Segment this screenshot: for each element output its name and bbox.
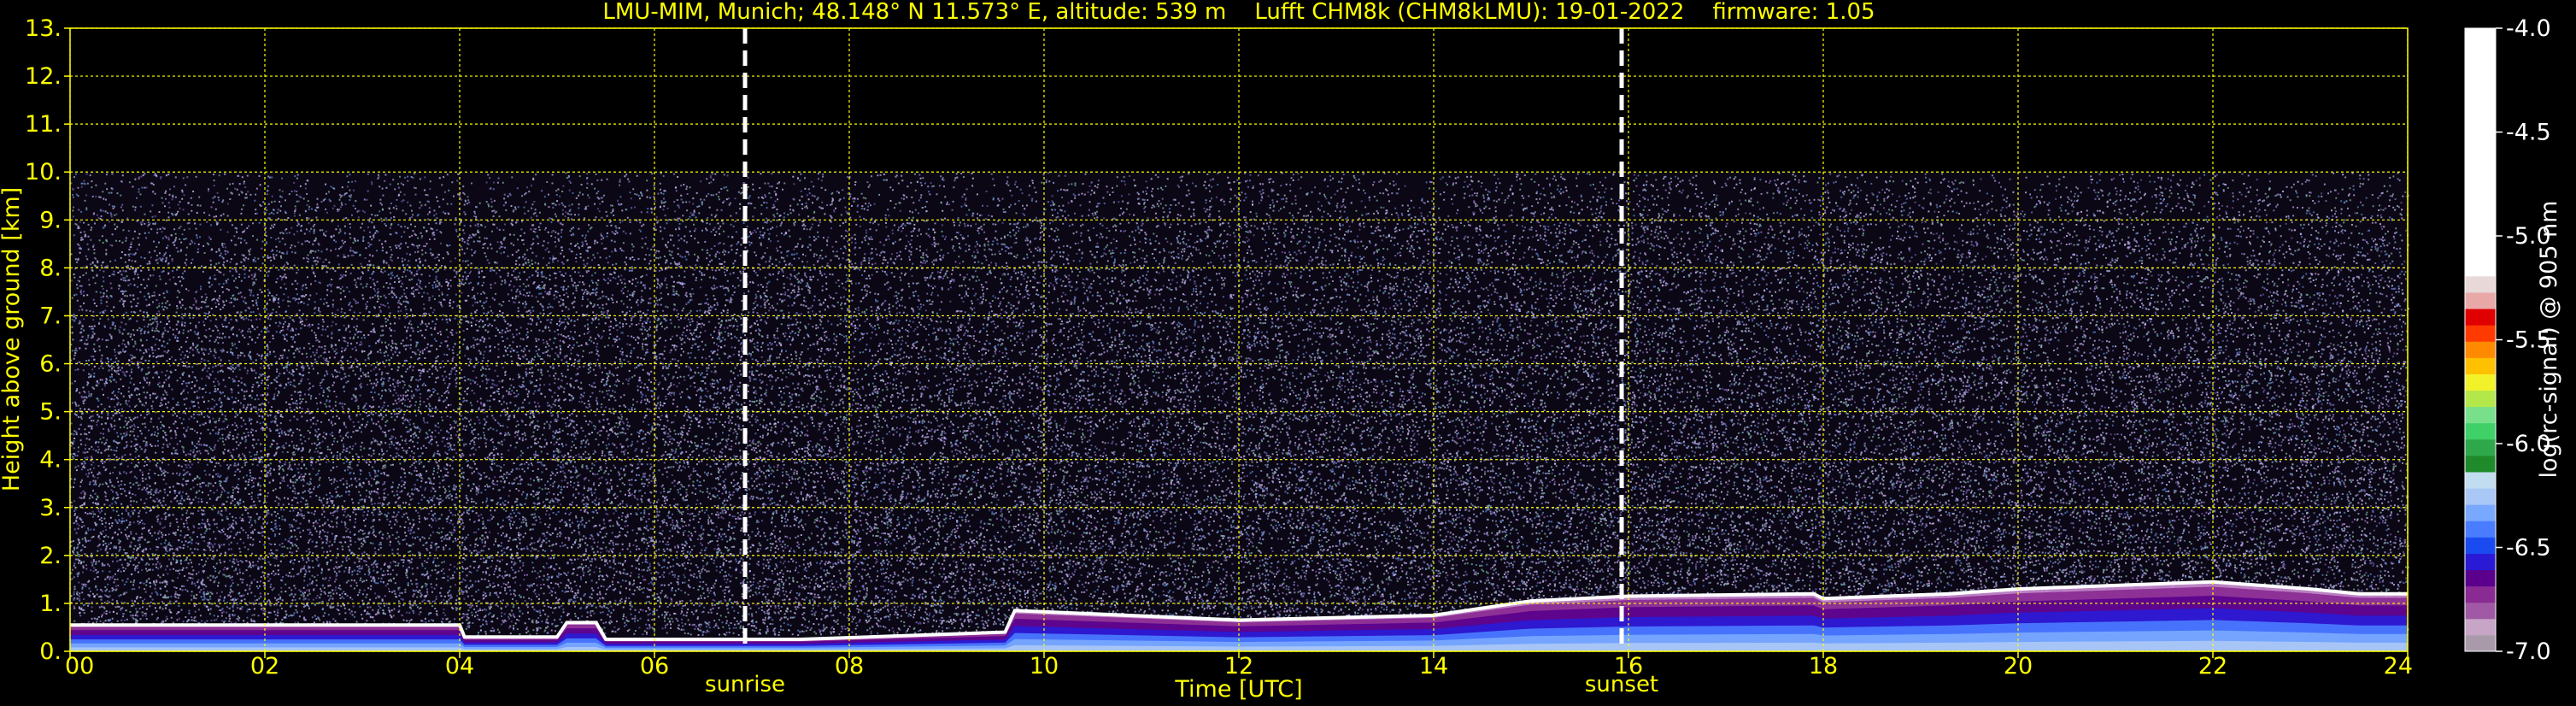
colorbar-label: log(rc-signal) @ 905 nm — [2536, 201, 2562, 479]
colorbar-tick-label: -4.0 — [2506, 15, 2551, 42]
colorbar-band — [2465, 357, 2496, 374]
colorbar-band — [2465, 390, 2496, 408]
y-tick-label: 13. — [25, 15, 62, 42]
colorbar-band — [2465, 455, 2496, 473]
x-tick-label: 22 — [2198, 653, 2227, 680]
y-tick-label: 11. — [25, 111, 62, 138]
sunrise-label: sunrise — [705, 672, 785, 697]
colorbar-band — [2465, 422, 2496, 440]
colorbar-tick-label: -7.0 — [2506, 638, 2551, 665]
x-tick-label: 24 — [2384, 653, 2413, 680]
colorbar-tick-label: -6.5 — [2506, 535, 2551, 562]
colorbar-band — [2465, 488, 2496, 505]
x-tick-label: 10 — [1030, 653, 1059, 680]
colorbar-band — [2465, 537, 2496, 554]
colorbar-band — [2465, 634, 2496, 652]
colorbar-band — [2465, 341, 2496, 358]
y-tick-label: 3. — [39, 495, 62, 521]
colorbar-band — [2465, 471, 2496, 489]
colorbar-band — [2465, 618, 2496, 636]
colorbar-band — [2465, 521, 2496, 538]
colorbar-band — [2465, 309, 2496, 326]
y-tick-label: 5. — [39, 399, 62, 426]
y-tick-label: 6. — [39, 351, 62, 378]
x-tick-label: 20 — [2004, 653, 2033, 680]
y-tick-label: 0. — [39, 638, 62, 665]
y-tick-label: 2. — [39, 543, 62, 569]
chart-title: LMU-MIM, Munich; 48.148° N 11.573° E, al… — [602, 0, 1875, 25]
y-tick-label: 9. — [39, 207, 62, 233]
x-tick-label: 02 — [250, 653, 279, 680]
colorbar-band — [2465, 275, 2496, 293]
x-tick-label: 08 — [835, 653, 864, 680]
y-tick-label: 12. — [25, 63, 62, 90]
colorbar-band — [2465, 406, 2496, 424]
colorbar-band — [2465, 602, 2496, 620]
colorbar-band — [2465, 291, 2496, 309]
colorbar-band — [2465, 569, 2496, 587]
colorbar-tick-label: -4.5 — [2506, 120, 2551, 146]
y-tick-label: 10. — [25, 159, 62, 185]
colorbar — [2464, 27, 2497, 652]
colorbar-band — [2465, 374, 2496, 391]
x-tick-label: 04 — [445, 653, 474, 680]
y-tick-label: 4. — [39, 447, 62, 474]
y-tick-label: 7. — [39, 303, 62, 329]
y-tick-label: 8. — [39, 255, 62, 281]
x-tick-label: 18 — [1809, 653, 1838, 680]
x-tick-label: 06 — [640, 653, 669, 680]
colorbar-band — [2465, 325, 2496, 342]
sunset-label: sunset — [1585, 672, 1658, 697]
colorbar-band — [2465, 553, 2496, 571]
x-tick-label: 14 — [1419, 653, 1448, 680]
x-tick-label: 00 — [65, 653, 94, 680]
x-axis-label: Time [UTC] — [1174, 676, 1302, 703]
colorbar-band — [2465, 438, 2496, 456]
colorbar-band — [2465, 504, 2496, 521]
ceilometer-chart: 00 02 04 06 08 10 12 14 16 18 20 22 24 0.1.2.3.4.5.6… — [0, 0, 2576, 706]
colorbar-band — [2465, 28, 2496, 277]
y-axis-label: Height above ground [km] — [0, 187, 25, 491]
colorbar-band — [2465, 585, 2496, 603]
y-tick-label: 1. — [39, 591, 62, 617]
